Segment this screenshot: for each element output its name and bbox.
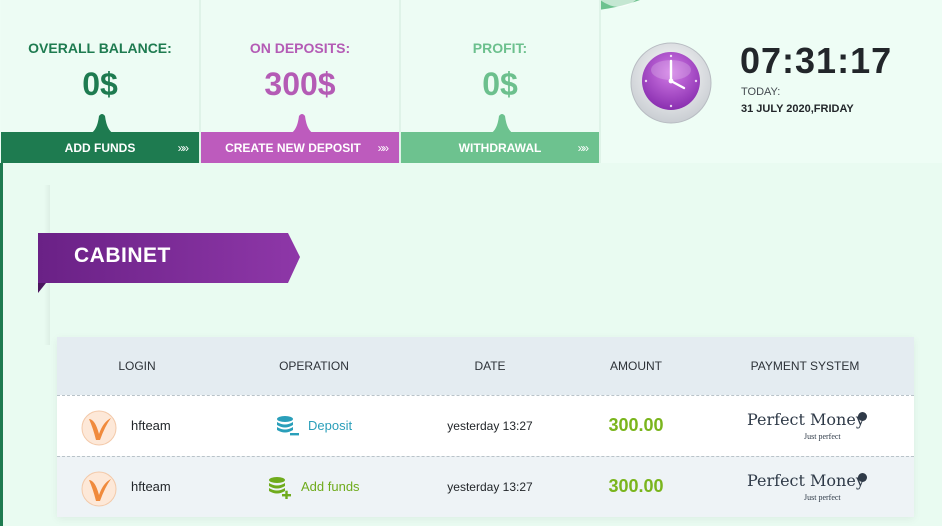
overall-balance-value: 0$ bbox=[82, 66, 118, 102]
operation-date: yesterday 13:27 bbox=[447, 480, 533, 494]
table-row: hfteam Deposit yesterday 13:27 300.00 Pe… bbox=[57, 395, 914, 456]
payment-system-name: Perfect Money bbox=[747, 471, 865, 490]
header-login: LOGIN bbox=[118, 359, 156, 373]
operation-label: Add funds bbox=[301, 479, 360, 494]
today-label: TODAY: bbox=[741, 86, 781, 98]
card-notch bbox=[89, 114, 115, 134]
withdrawal-button[interactable]: WITHDRAWAL bbox=[401, 132, 599, 163]
coins-plus-icon bbox=[269, 477, 291, 499]
header-payment-system: PAYMENT SYSTEM bbox=[750, 359, 860, 373]
header-date: DATE bbox=[474, 359, 506, 373]
on-deposits-card: ON DEPOSITS: 300$ CREATE NEW DEPOSIT »» bbox=[201, 0, 401, 163]
operation-label: Deposit bbox=[308, 418, 353, 433]
payment-badge-icon bbox=[858, 473, 867, 482]
on-deposits-label: ON DEPOSITS: bbox=[249, 40, 351, 56]
table-header: LOGIN OPERATION DATE AMOUNT PAYMENT SYST… bbox=[57, 337, 914, 395]
chevron-right-icon: »» bbox=[577, 140, 589, 155]
left-accent-strip bbox=[0, 163, 3, 526]
chevron-right-icon: »» bbox=[177, 140, 189, 155]
operation-amount: 300.00 bbox=[608, 476, 664, 496]
card-notch bbox=[489, 114, 515, 134]
create-new-deposit-button[interactable]: CREATE NEW DEPOSIT bbox=[201, 132, 399, 163]
user-avatar-icon bbox=[81, 471, 117, 507]
user-avatar-icon bbox=[81, 410, 117, 446]
clock-icon bbox=[630, 42, 712, 124]
operation-amount: 300.00 bbox=[608, 415, 664, 435]
on-deposits-value: 300$ bbox=[264, 66, 336, 102]
chevron-right-icon: »» bbox=[377, 140, 389, 155]
profit-card: PROFIT: 0$ WITHDRAWAL »» bbox=[401, 0, 601, 163]
table-row: hfteam Add funds yesterday 13:27 300.00 … bbox=[57, 456, 914, 517]
cabinet-title: CABINET bbox=[74, 244, 171, 267]
payment-system-tagline: Just perfect bbox=[804, 432, 841, 441]
perfect-money-logo: Perfect Money Just perfect bbox=[747, 471, 867, 502]
perfect-money-logo: Perfect Money Just perfect bbox=[747, 410, 867, 441]
card-notch bbox=[289, 114, 315, 134]
current-time: 07:31:17 bbox=[740, 40, 893, 81]
header-amount: AMOUNT bbox=[610, 359, 662, 373]
today-date: 31 JULY 2020,FRIDAY bbox=[741, 103, 854, 115]
payment-badge-icon bbox=[858, 412, 867, 421]
operation-date: yesterday 13:27 bbox=[447, 419, 533, 433]
profit-label: PROFIT: bbox=[472, 40, 528, 56]
operations-table: LOGIN OPERATION DATE AMOUNT PAYMENT SYST… bbox=[57, 337, 914, 517]
profit-value: 0$ bbox=[482, 66, 518, 102]
add-funds-button[interactable]: ADD FUNDS bbox=[1, 132, 199, 163]
header-operation: OPERATION bbox=[279, 359, 349, 373]
payment-system-tagline: Just perfect bbox=[804, 493, 841, 502]
coins-minus-icon bbox=[277, 416, 299, 436]
overall-balance-label: OVERALL BALANCE: bbox=[28, 40, 172, 56]
payment-system-name: Perfect Money bbox=[747, 410, 865, 429]
overall-balance-card: OVERALL BALANCE: 0$ ADD FUNDS »» bbox=[1, 0, 201, 163]
login-name: hfteam bbox=[131, 479, 171, 494]
login-name: hfteam bbox=[131, 418, 171, 433]
